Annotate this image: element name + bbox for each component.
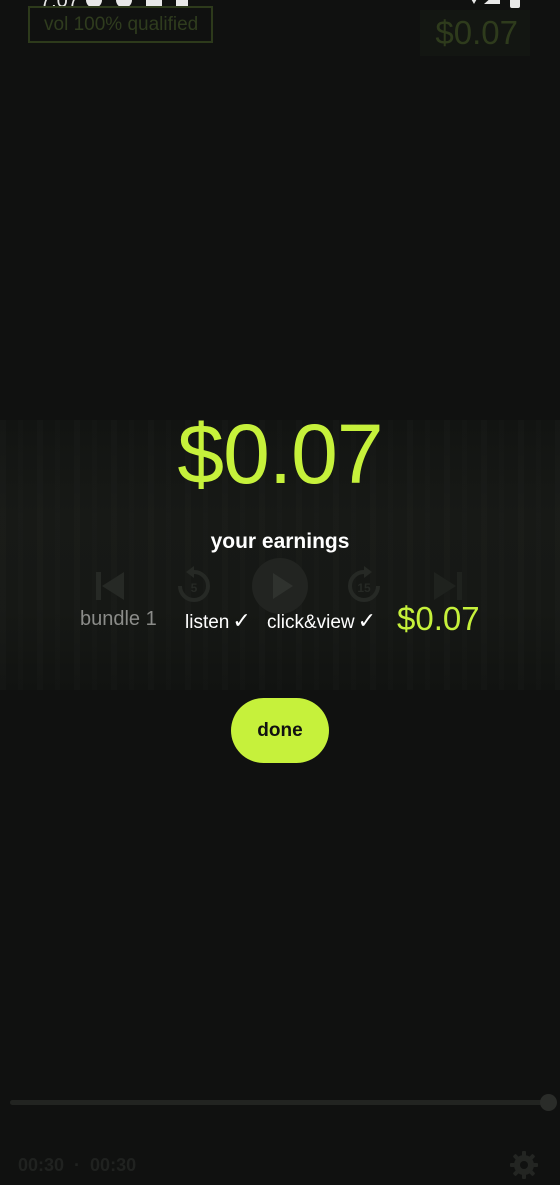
click-view-status: click&view ✓ (267, 608, 376, 634)
done-button[interactable]: done (231, 698, 329, 763)
progress-bar[interactable] (10, 1100, 548, 1105)
wifi-icon (466, 0, 482, 4)
listen-label: listen (185, 612, 230, 633)
bundle-amount: $0.07 (397, 600, 480, 637)
battery-icon (510, 0, 520, 8)
elapsed-time: 00:30 (18, 1155, 65, 1175)
top-earnings-display: $0.07 (420, 10, 530, 56)
bundle-label: bundle 1 (80, 608, 157, 630)
signal-icon (484, 0, 500, 4)
forward-seconds-label: 15 (357, 581, 371, 595)
progress-fill (10, 1100, 548, 1105)
earnings-amount: $0.07 (177, 407, 383, 501)
progress-thumb[interactable] (540, 1094, 557, 1111)
total-duration: 00:30 (90, 1155, 137, 1175)
volume-qualified-badge: vol 100% qualified (28, 6, 213, 43)
time-row: 00:30 · 00:30 (18, 1155, 136, 1176)
time-separator: · (74, 1155, 81, 1175)
check-mark-icon: ✓ (232, 608, 251, 633)
player-background: 7:07 vol 100% qualified $0.07 5 15 00:30… (0, 0, 560, 1180)
settings-button[interactable] (509, 1150, 539, 1180)
rewind-seconds-label: 5 (191, 581, 198, 595)
listen-status: listen ✓ (185, 608, 251, 634)
gear-icon (510, 1151, 538, 1179)
earnings-breakdown-row: bundle 1 listen ✓ click&view ✓ $0.07 (0, 596, 560, 640)
check-mark-icon: ✓ (357, 608, 377, 633)
earnings-caption: your earnings (210, 530, 350, 553)
click-view-label: click&view (267, 612, 355, 633)
